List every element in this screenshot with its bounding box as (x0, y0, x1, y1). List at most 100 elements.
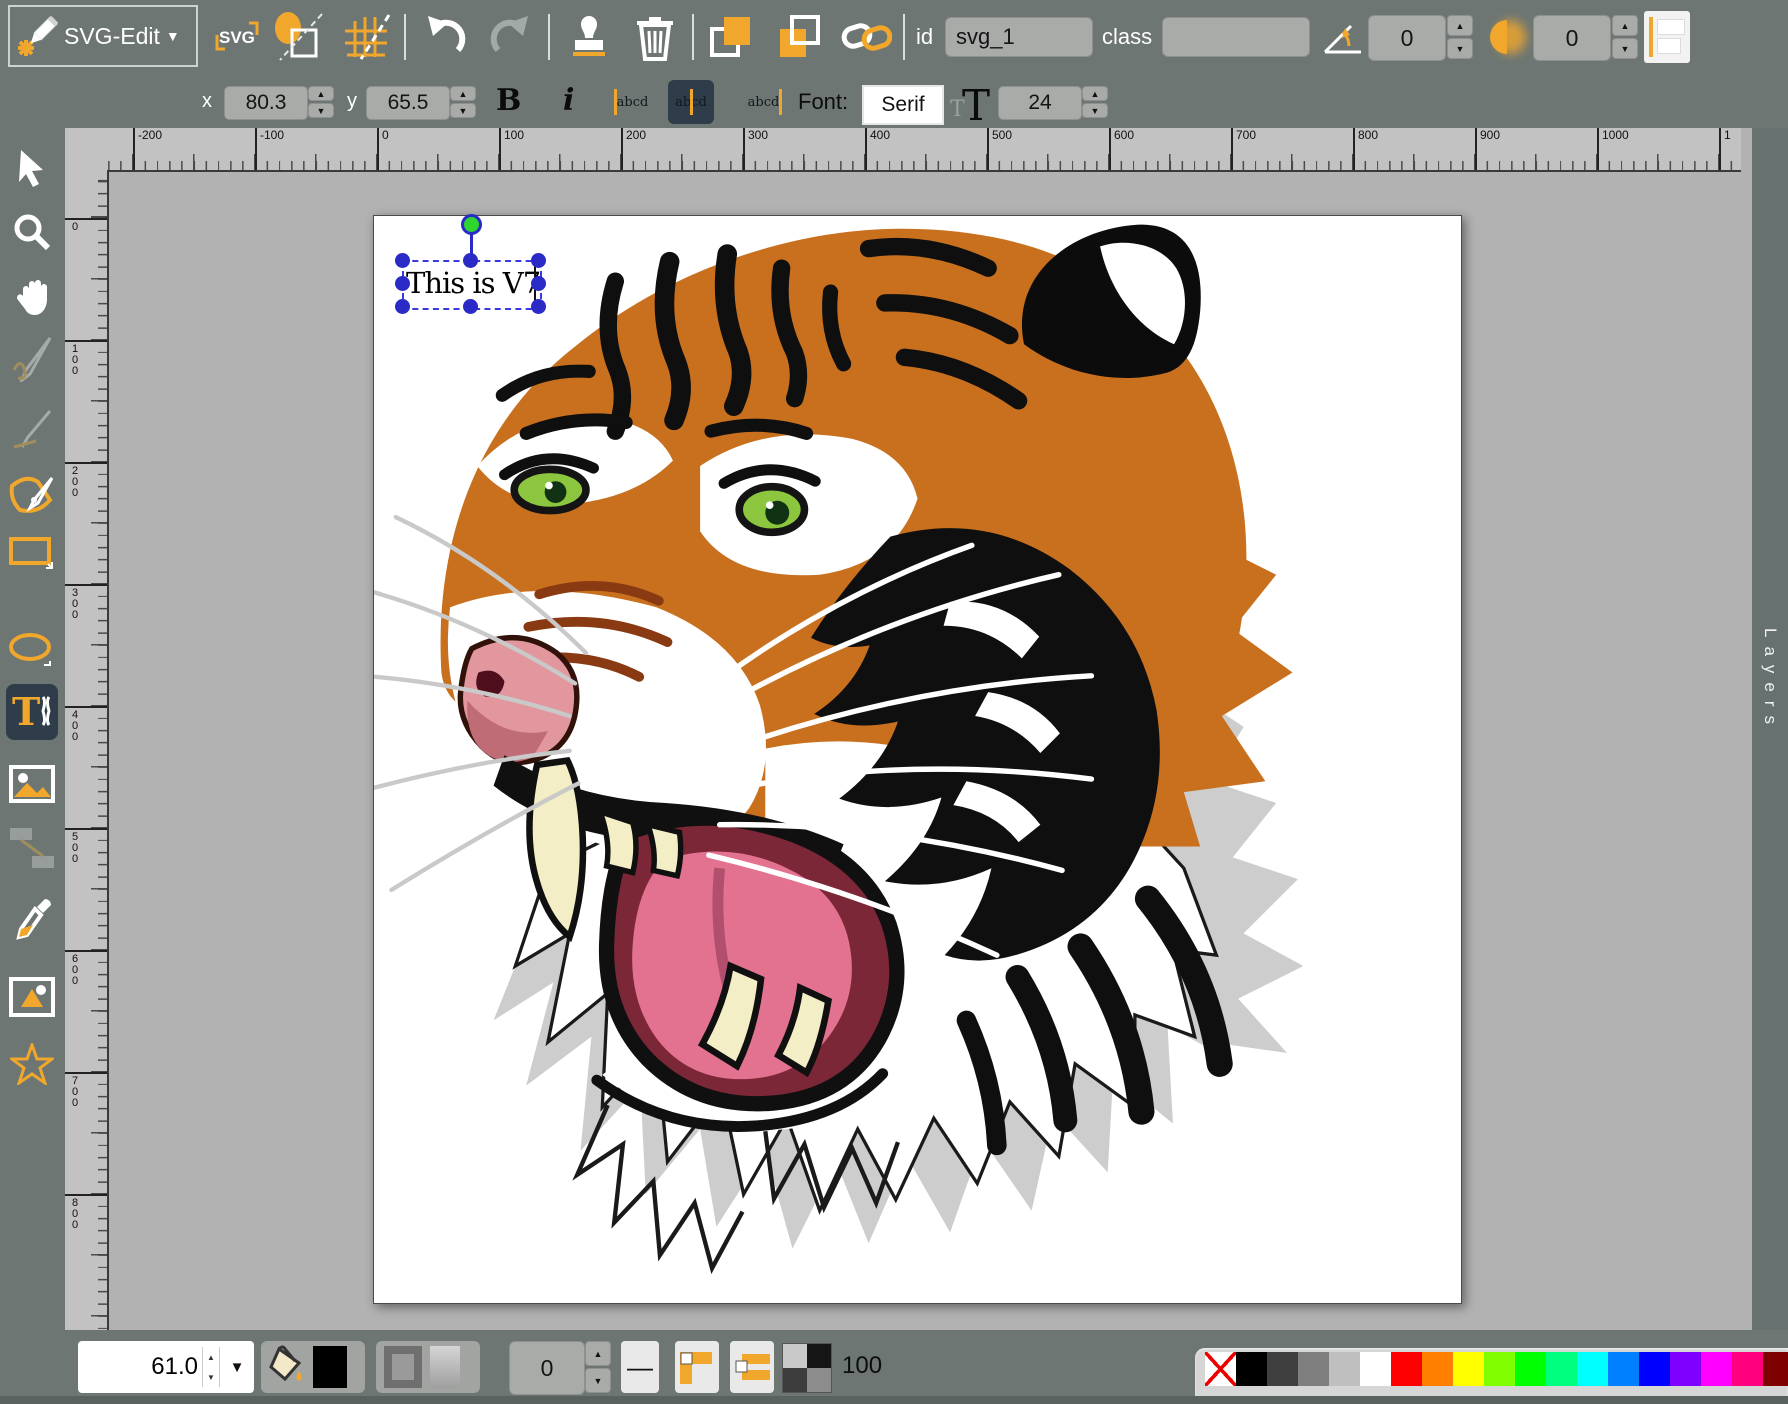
y-value[interactable]: 65.5 (366, 86, 450, 120)
x-value[interactable]: 80.3 (224, 86, 308, 120)
pan-tool[interactable] (6, 273, 58, 321)
connector-tool[interactable] (6, 824, 58, 872)
selection-handle-se[interactable] (531, 299, 546, 314)
palette-swatch[interactable] (1577, 1352, 1608, 1386)
image-tool[interactable] (6, 760, 58, 808)
palette-swatch[interactable] (1298, 1352, 1329, 1386)
blur-value[interactable]: 0 (1533, 15, 1611, 61)
zoom-control[interactable]: 61.0 ▲▼ ▼ (78, 1341, 254, 1393)
angle-value[interactable]: 0 (1368, 15, 1446, 61)
pencil-tool[interactable] (6, 335, 58, 383)
ruler-label: 400 (865, 128, 890, 170)
make-link-button[interactable] (838, 8, 894, 66)
palette-swatch[interactable] (1236, 1352, 1267, 1386)
text-anchor-middle-button[interactable]: abcd (668, 80, 714, 124)
palette-swatch[interactable] (1732, 1352, 1763, 1386)
palette-swatch[interactable] (1391, 1352, 1422, 1386)
svg-text:SVG: SVG (219, 28, 255, 47)
linejoin-button[interactable] (675, 1341, 719, 1393)
palette-swatch[interactable] (1422, 1352, 1453, 1386)
zoom-value: 61.0 (78, 1353, 202, 1381)
wireframe-button[interactable] (270, 8, 328, 66)
select-tool[interactable] (6, 144, 58, 192)
angle-spinner[interactable]: ▲▼ (1447, 15, 1473, 59)
id-label: id (916, 24, 933, 50)
selection-handle-n[interactable] (463, 253, 478, 268)
redo-button[interactable] (484, 8, 534, 66)
y-spinner[interactable]: ▲▼ (450, 86, 476, 118)
ruler-label: -100 (255, 128, 284, 170)
element-class-input[interactable] (1162, 17, 1310, 57)
font-size-value[interactable]: 24 (998, 86, 1082, 120)
zoom-dropdown-icon[interactable]: ▼ (220, 1359, 254, 1376)
v-ruler: 0100200300400500600700800 (65, 170, 109, 1330)
stroke-dash-button[interactable]: — (621, 1341, 659, 1393)
zoom-spinner[interactable]: ▲▼ (202, 1347, 220, 1387)
path-tool[interactable] (6, 470, 58, 518)
grid-button[interactable] (338, 8, 396, 66)
ruler-label: -200 (133, 128, 162, 170)
shape-library-tool[interactable] (6, 973, 58, 1021)
selection-handle-s[interactable] (463, 299, 478, 314)
palette-swatch[interactable] (1608, 1352, 1639, 1386)
text-anchor-start-button[interactable]: abcd (608, 80, 654, 124)
italic-button[interactable]: i (563, 83, 574, 118)
selection-handle-nw[interactable] (395, 253, 410, 268)
selection-handle-ne[interactable] (531, 253, 546, 268)
ruler-label: 600 (1109, 128, 1134, 170)
selection-handle-sw[interactable] (395, 299, 410, 314)
palette-swatch[interactable] (1484, 1352, 1515, 1386)
font-size-spinner[interactable]: ▲▼ (1082, 86, 1108, 118)
stroke-width-value[interactable]: 0 (509, 1341, 585, 1395)
ruler-label: 900 (1475, 128, 1500, 170)
fill-color-control[interactable] (261, 1341, 365, 1393)
layers-panel-toggle[interactable]: Layers (1752, 128, 1788, 1330)
palette-swatch[interactable] (1670, 1352, 1701, 1386)
zoom-tool[interactable] (6, 208, 58, 256)
palette-swatch[interactable] (1267, 1352, 1298, 1386)
linecap-button[interactable] (730, 1341, 774, 1393)
palette-swatch[interactable] (1515, 1352, 1546, 1386)
ellipse-tool[interactable] (6, 626, 58, 674)
palette-swatch[interactable] (1453, 1352, 1484, 1386)
palette-swatch-none[interactable] (1205, 1352, 1236, 1386)
palette-swatch[interactable] (1639, 1352, 1670, 1386)
opacity-swatch[interactable] (782, 1343, 832, 1393)
ruler-label: 600 (65, 950, 107, 987)
ruler-label: 700 (65, 1072, 107, 1109)
clone-button[interactable] (562, 8, 616, 66)
rectangle-tool[interactable] (6, 530, 58, 578)
bold-button[interactable]: B (496, 83, 521, 118)
rotate-handle[interactable] (461, 214, 482, 235)
text-tool[interactable]: T (6, 684, 58, 740)
page-bottom-edge (0, 1396, 1788, 1404)
stroke-swatch (384, 1346, 422, 1388)
palette-swatch[interactable] (1329, 1352, 1360, 1386)
eyedropper-tool[interactable] (6, 896, 58, 944)
main-menu-button[interactable]: SVG-Edit ▼ (8, 5, 198, 67)
undo-button[interactable] (422, 8, 472, 66)
element-id-input[interactable] (945, 17, 1093, 57)
blur-spinner[interactable]: ▲▼ (1612, 15, 1638, 59)
selection-handle-e[interactable] (531, 276, 546, 291)
text-anchor-end-button[interactable]: abcd (742, 80, 788, 124)
stroke-width-spinner[interactable]: ▲▼ (585, 1341, 611, 1393)
tiger-drawing (374, 216, 1461, 1303)
line-tool[interactable] (6, 406, 58, 454)
move-top-button[interactable] (706, 8, 758, 66)
palette-swatch[interactable] (1360, 1352, 1391, 1386)
palette-swatch[interactable] (1701, 1352, 1732, 1386)
stroke-color-control[interactable] (376, 1341, 480, 1393)
source-editor-button[interactable]: SVG (210, 8, 264, 66)
selection-handle-w[interactable] (395, 276, 410, 291)
svg-text:T: T (12, 691, 40, 733)
font-family-button[interactable]: Serif (862, 85, 944, 125)
star-tool[interactable] (6, 1040, 58, 1088)
x-spinner[interactable]: ▲▼ (308, 86, 334, 118)
palette-swatch[interactable] (1763, 1352, 1788, 1386)
palette-swatch[interactable] (1546, 1352, 1577, 1386)
align-button[interactable] (1644, 11, 1690, 63)
move-bottom-button[interactable] (772, 8, 824, 66)
delete-button[interactable] (628, 8, 682, 66)
svg-canvas[interactable] (373, 215, 1462, 1304)
